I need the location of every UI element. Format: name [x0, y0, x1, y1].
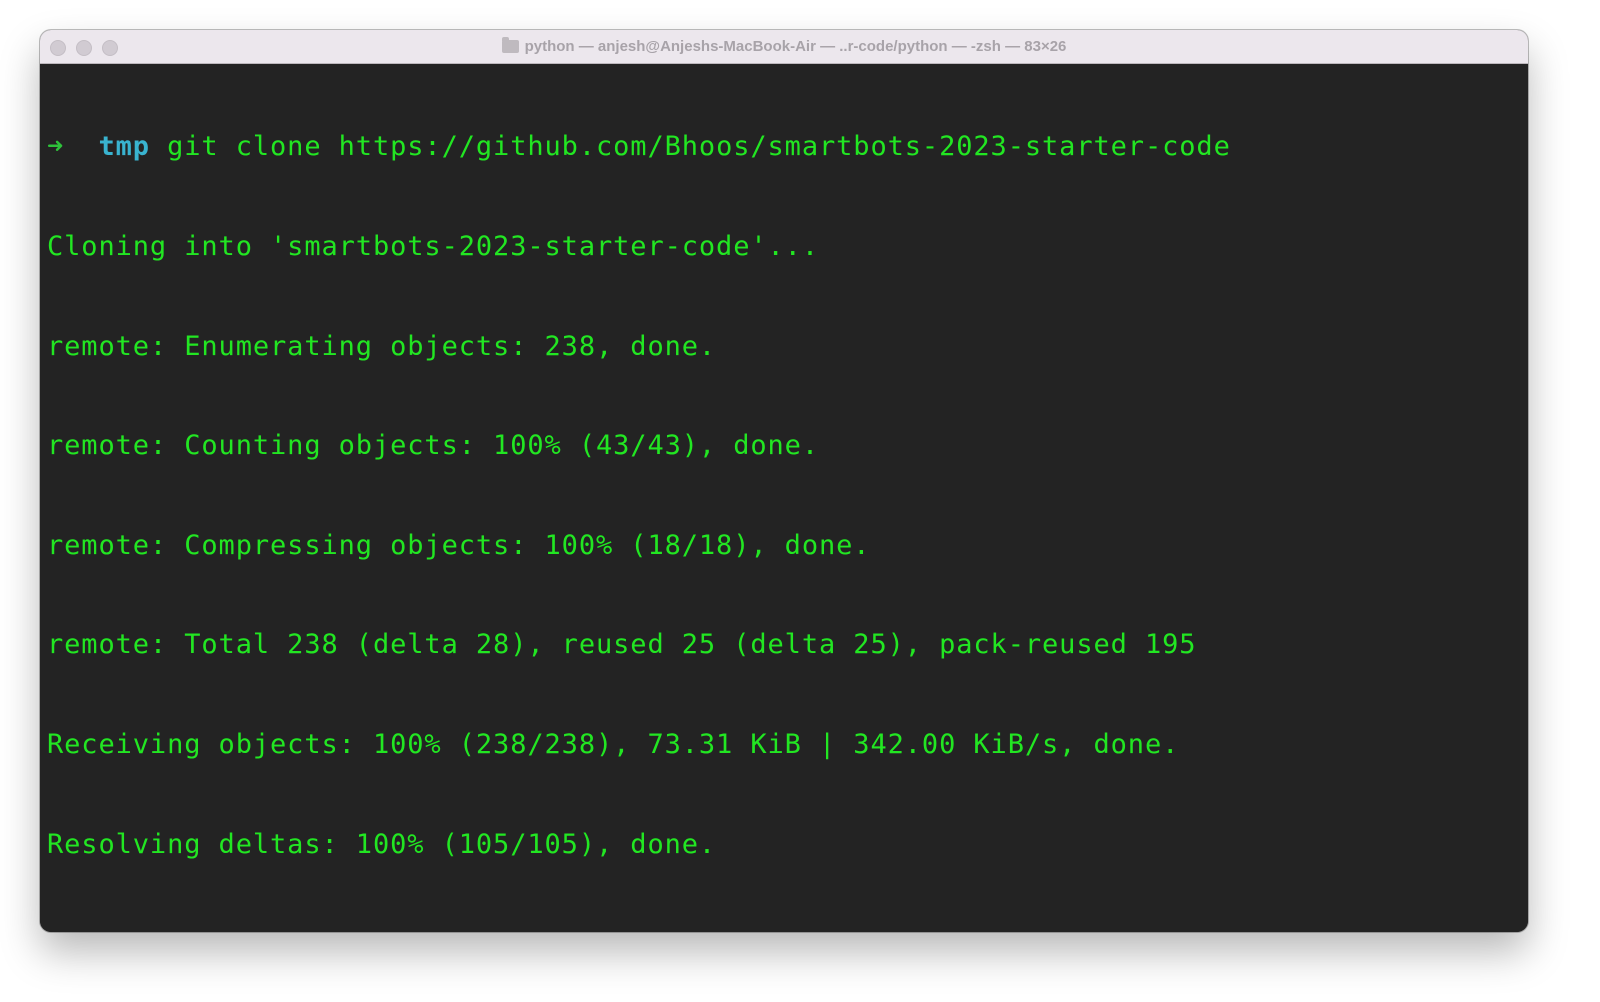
output-line: remote: Total 238 (delta 28), reused 25 … — [47, 629, 1197, 661]
prompt-arrow-icon: ➜ — [47, 928, 64, 932]
window-title: python — anjesh@Anjeshs-MacBook-Air — ..… — [524, 38, 1067, 55]
terminal-output[interactable]: ➜ tmp git clone https://github.com/Bhoos… — [40, 64, 1528, 932]
terminal-window: python — anjesh@Anjeshs-MacBook-Air — ..… — [40, 30, 1528, 932]
output-line: remote: Compressing objects: 100% (18/18… — [47, 529, 871, 561]
current-prompt-line[interactable]: ➜ tmp — [47, 927, 1528, 932]
output-line: remote: Enumerating objects: 238, done. — [47, 330, 717, 362]
output-line: remote: Counting objects: 100% (43/43), … — [47, 430, 819, 462]
prompt-directory: tmp — [98, 131, 150, 163]
output-line: Receiving objects: 100% (238/238), 73.31… — [47, 728, 1180, 760]
folder-icon — [501, 37, 519, 53]
window-title-container: python — anjesh@Anjeshs-MacBook-Air — ..… — [40, 30, 1528, 63]
command-line: ➜ tmp git clone https://github.com/Bhoos… — [47, 130, 1528, 163]
title-bar[interactable]: python — anjesh@Anjeshs-MacBook-Air — ..… — [40, 30, 1528, 64]
prompt-arrow-icon: ➜ — [47, 131, 65, 163]
output-line: Resolving deltas: 100% (105/105), done. — [47, 828, 717, 860]
output-line: Cloning into 'smartbots-2023-starter-cod… — [47, 231, 819, 262]
command-text: git clone https://github.com/Bhoos/smart… — [167, 131, 1231, 163]
prompt-directory: tmp — [98, 928, 149, 932]
